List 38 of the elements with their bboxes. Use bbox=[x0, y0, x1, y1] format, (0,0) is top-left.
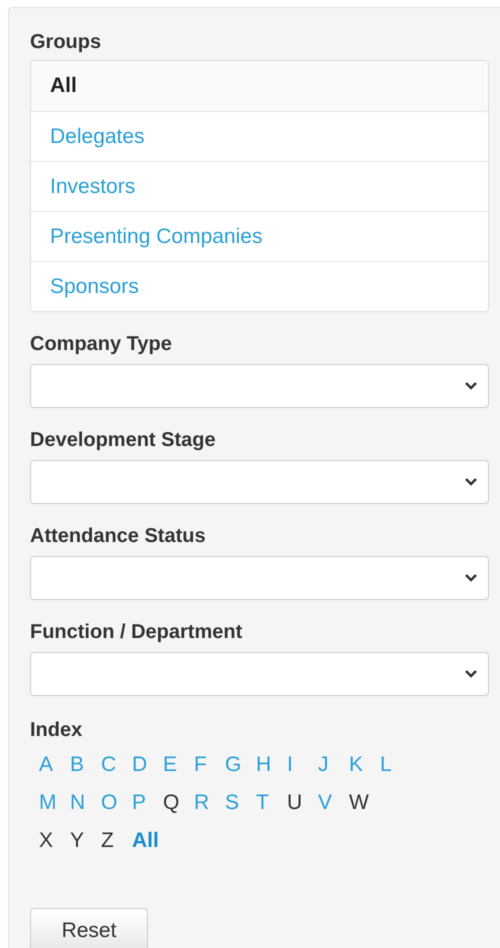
index-letter-link[interactable]: J bbox=[318, 749, 349, 781]
index-letter-link[interactable]: All bbox=[132, 825, 159, 857]
reset-button[interactable]: Reset bbox=[30, 908, 148, 948]
index-letter-link[interactable]: P bbox=[132, 787, 163, 819]
section-title: Index bbox=[30, 718, 84, 742]
index-letter-link[interactable]: D bbox=[132, 749, 163, 781]
chevron-down-icon bbox=[464, 573, 478, 583]
group-item[interactable]: All bbox=[31, 61, 488, 111]
chevron-down-icon bbox=[464, 381, 478, 391]
index-letter-link[interactable]: V bbox=[318, 787, 349, 819]
dropdown-field[interactable] bbox=[30, 364, 489, 408]
filter-label: Company Type bbox=[30, 332, 173, 356]
section-title: Groups bbox=[30, 30, 102, 54]
index-letter-link[interactable]: R bbox=[194, 787, 225, 819]
index-letter-link[interactable]: M bbox=[39, 787, 70, 819]
index-letter-link[interactable]: O bbox=[101, 787, 132, 819]
group-item[interactable]: Sponsors bbox=[31, 261, 488, 311]
index-letter-link[interactable]: B bbox=[70, 749, 101, 781]
dropdown-field[interactable] bbox=[30, 652, 489, 696]
index-letter-link[interactable]: S bbox=[225, 787, 256, 819]
chevron-down-icon bbox=[464, 669, 478, 679]
index-letter-link[interactable]: K bbox=[349, 749, 380, 781]
index-letter-link[interactable]: T bbox=[256, 787, 287, 819]
index-letter-link[interactable]: N bbox=[70, 787, 101, 819]
index-letter-link[interactable]: L bbox=[380, 749, 411, 781]
filter-label: Attendance Status bbox=[30, 524, 207, 548]
index-letter-link[interactable]: G bbox=[225, 749, 256, 781]
index-letter-link[interactable]: E bbox=[163, 749, 194, 781]
filter-label: Development Stage bbox=[30, 428, 217, 452]
filter-label: Function / Department bbox=[30, 620, 244, 644]
index-letter-link[interactable]: A bbox=[39, 749, 70, 781]
chevron-down-icon bbox=[464, 477, 478, 487]
index-letter-link[interactable]: F bbox=[194, 749, 225, 781]
index-letter-link[interactable]: H bbox=[256, 749, 287, 781]
index-letter-link[interactable]: C bbox=[101, 749, 132, 781]
dropdown-field[interactable] bbox=[30, 556, 489, 600]
index-letter-link[interactable]: I bbox=[287, 749, 318, 781]
dropdown-field[interactable] bbox=[30, 460, 489, 504]
